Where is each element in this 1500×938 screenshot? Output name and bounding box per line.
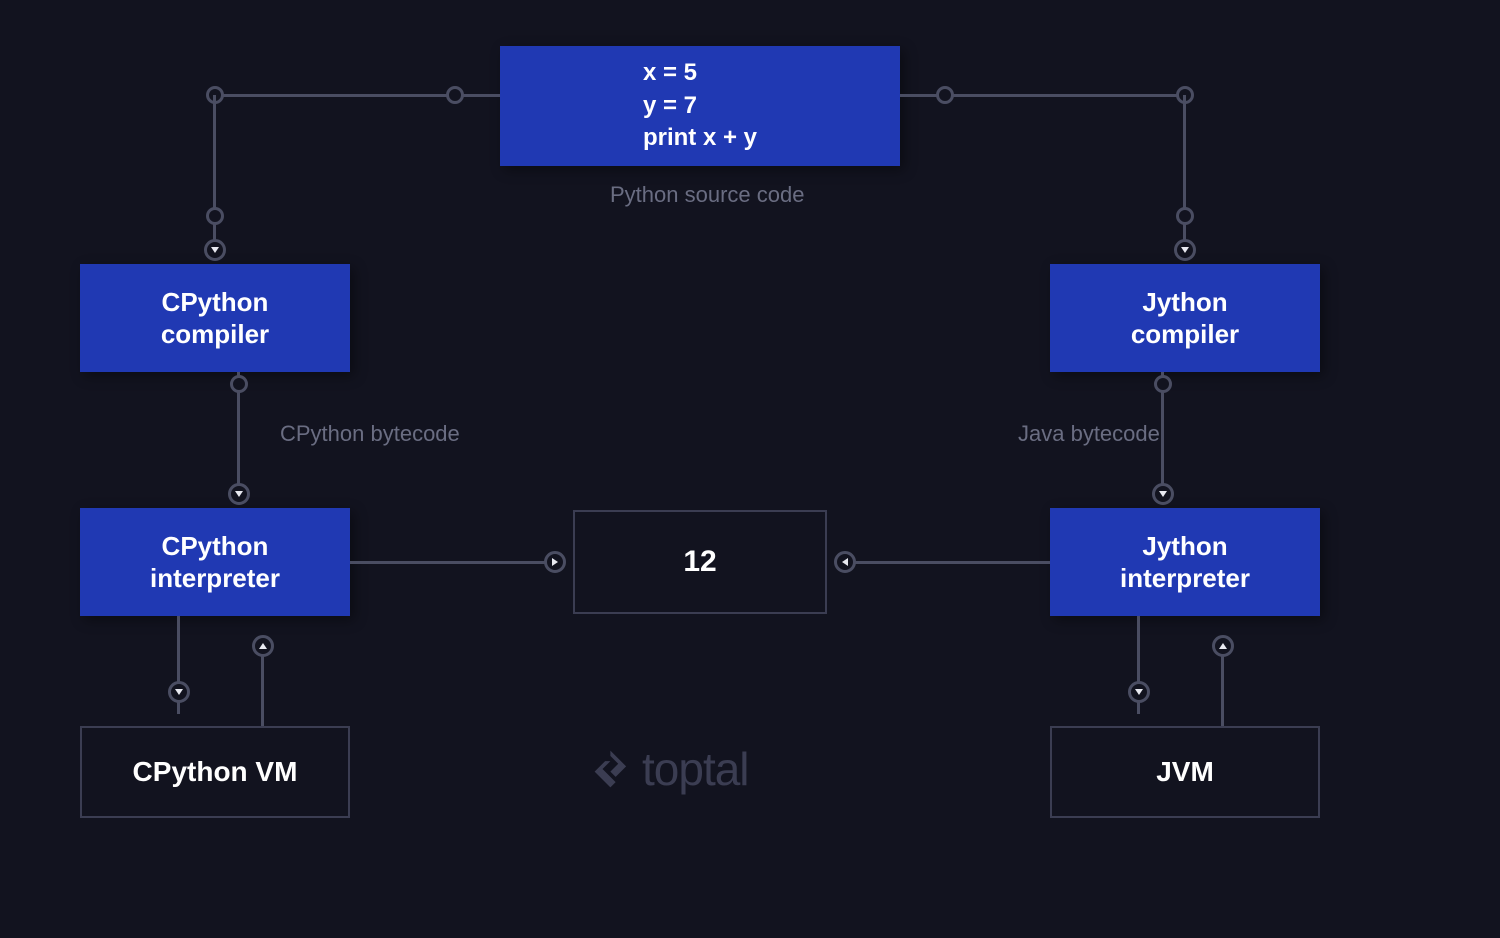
toptal-logo-text: toptal	[642, 742, 749, 796]
source-code-caption: Python source code	[610, 182, 804, 208]
cpython-bytecode-label: CPython bytecode	[280, 421, 460, 447]
connector-arrow-down-icon	[168, 681, 190, 703]
connector-arrow-down-icon	[1174, 239, 1196, 261]
code-line-1: x = 5	[643, 57, 757, 89]
connector-node-icon	[230, 375, 248, 393]
connector-arrow-right-icon	[544, 551, 566, 573]
output-box: 12	[573, 510, 827, 614]
connector-line	[840, 561, 1050, 564]
connector-arrow-down-icon	[204, 239, 226, 261]
connector-arrow-up-icon	[1212, 635, 1234, 657]
jython-interpreter-box: Jython interpreter	[1050, 508, 1320, 616]
jvm-box: JVM	[1050, 726, 1320, 818]
connector-node-icon	[206, 207, 224, 225]
cpython-vm-box: CPython VM	[80, 726, 350, 818]
code-line-2: y = 7	[643, 90, 757, 122]
connector-arrow-down-icon	[228, 483, 250, 505]
jython-compiler-box: Jython compiler	[1050, 264, 1320, 372]
connector-node-icon	[1154, 375, 1172, 393]
connector-arrow-left-icon	[834, 551, 856, 573]
connector-node-icon	[1176, 207, 1194, 225]
cpython-interpreter-box: CPython interpreter	[80, 508, 350, 616]
source-code-text: x = 5 y = 7 print x + y	[643, 57, 757, 154]
connector-line	[350, 561, 560, 564]
code-line-3: print x + y	[643, 122, 757, 154]
connector-arrow-up-icon	[252, 635, 274, 657]
connector-arrow-down-icon	[1128, 681, 1150, 703]
connector-arrow-down-icon	[1152, 483, 1174, 505]
cpython-compiler-box: CPython compiler	[80, 264, 350, 372]
toptal-logo-icon	[592, 748, 634, 790]
connector-node-icon	[446, 86, 464, 104]
toptal-logo: toptal	[592, 742, 749, 796]
connector-node-icon	[936, 86, 954, 104]
connector-line	[1221, 650, 1224, 726]
java-bytecode-label: Java bytecode	[1018, 421, 1160, 447]
source-code-box: x = 5 y = 7 print x + y	[500, 46, 900, 166]
connector-line	[261, 650, 264, 726]
